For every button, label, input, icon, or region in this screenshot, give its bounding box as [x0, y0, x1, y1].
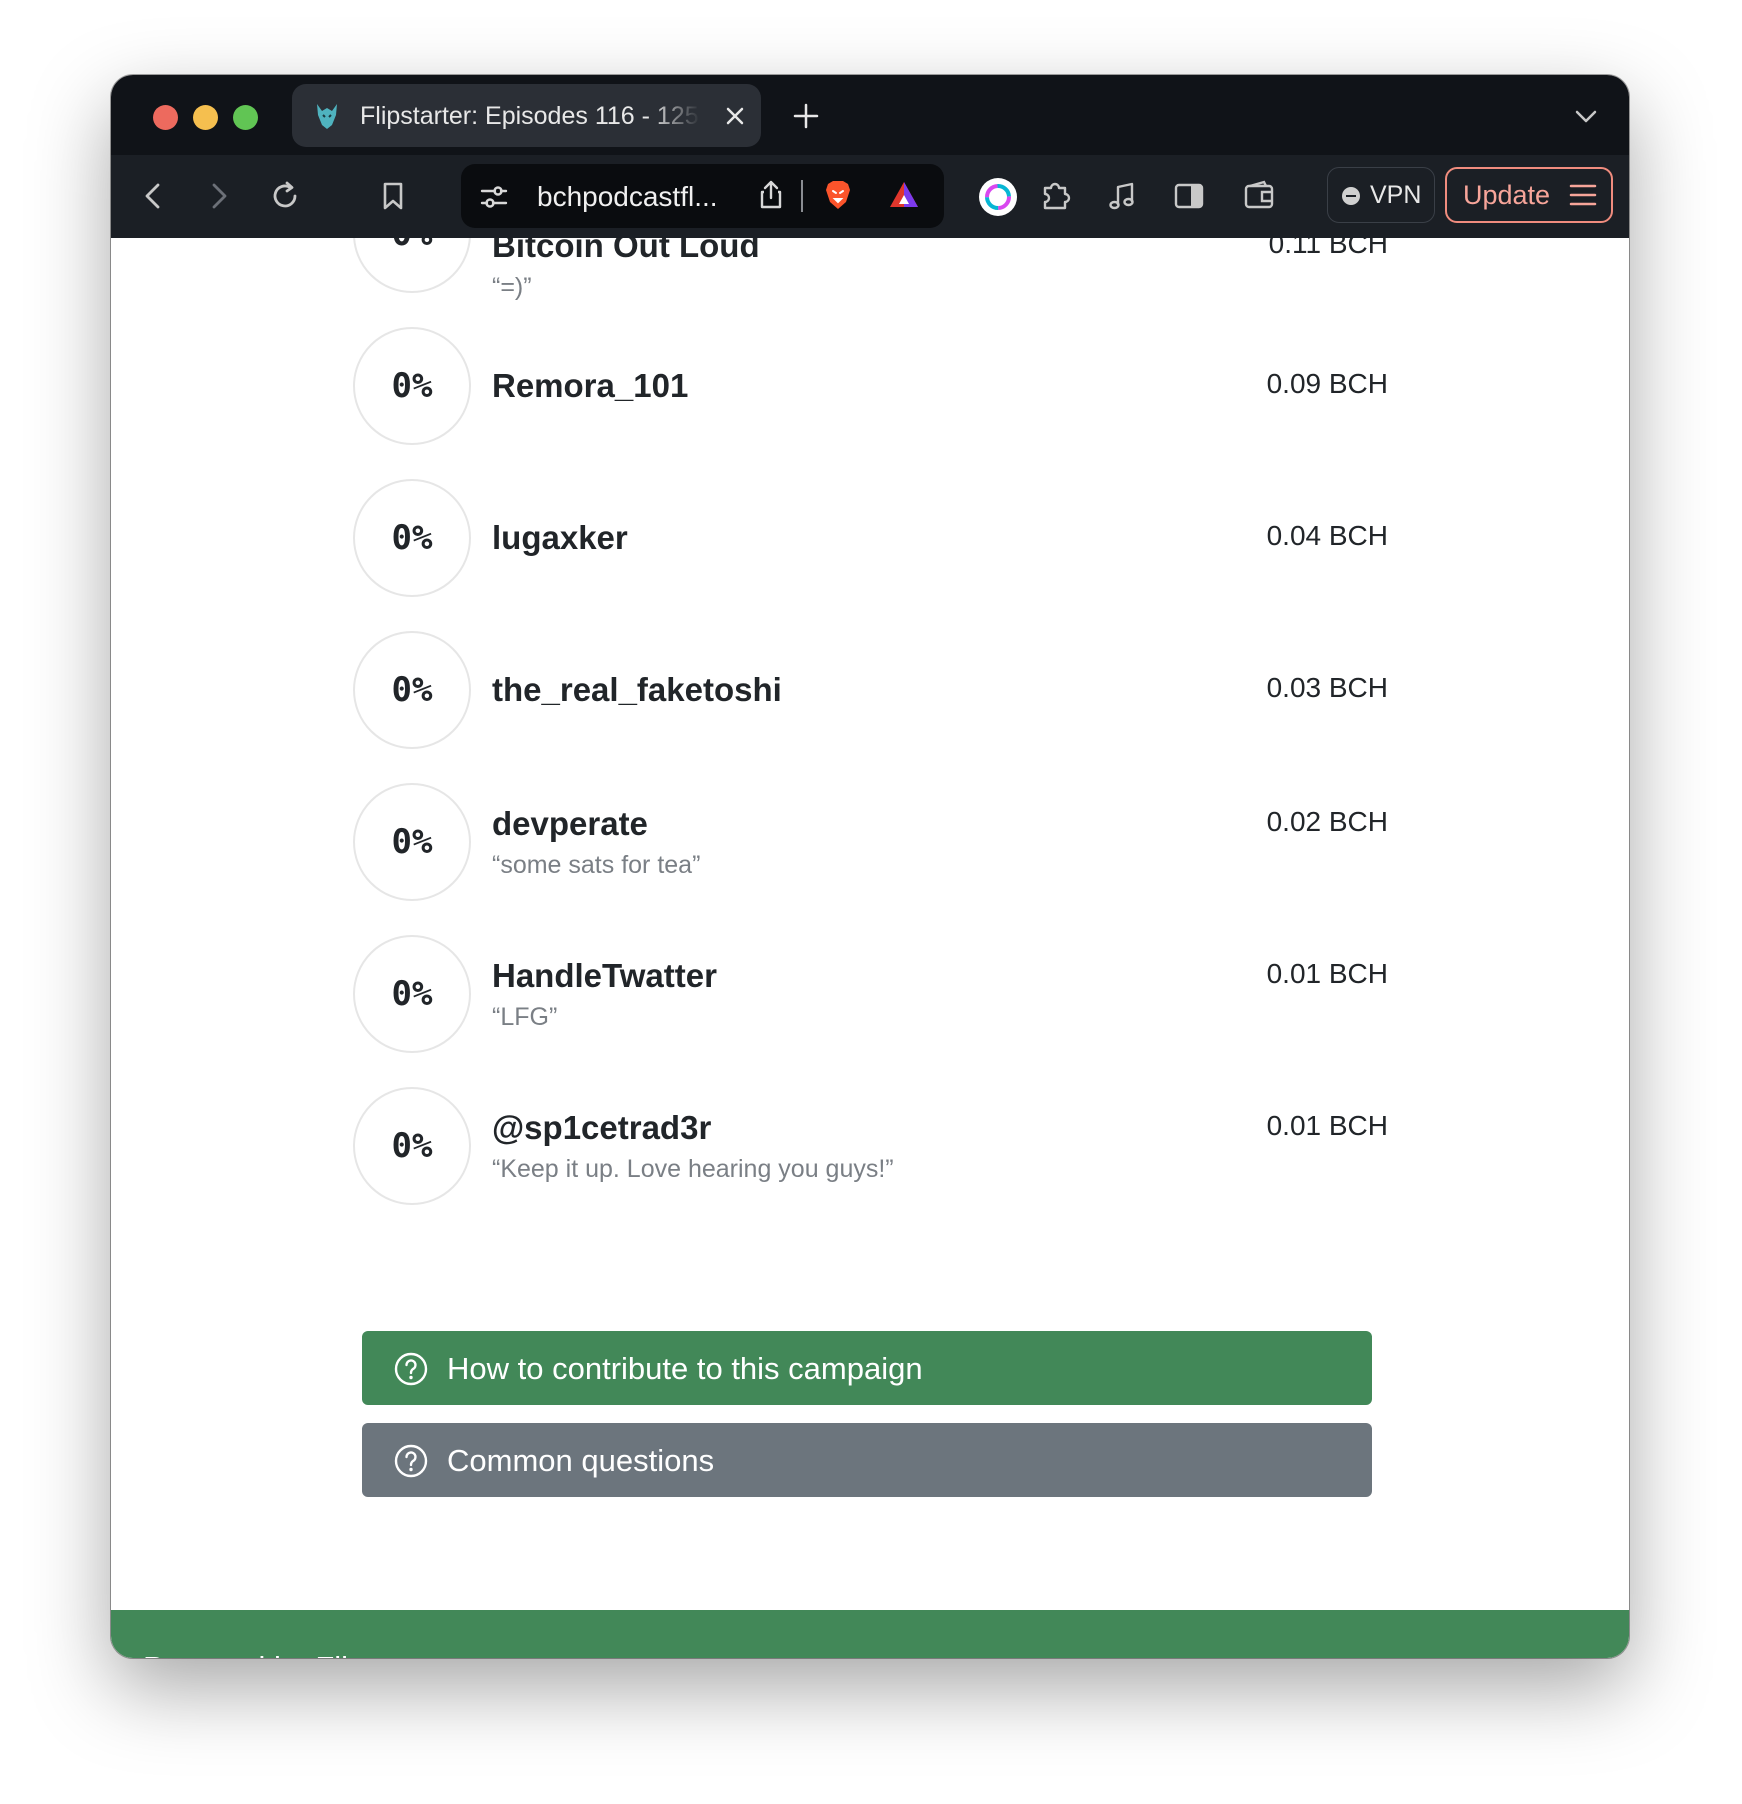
- contribution-row: 0% Bitcoin Out Loud “=)” 0.11 BCH: [111, 238, 1629, 327]
- contribution-amount: 0.04 BCH: [1266, 520, 1388, 551]
- contribution-row: 0% the_real_faketoshi 0.03 BCH: [111, 631, 1629, 783]
- url-text: bchpodcastfl...: [537, 181, 718, 212]
- vpn-button[interactable]: VPN: [1327, 167, 1435, 223]
- tab-title: Flipstarter: Episodes 116 - 125: [360, 102, 699, 130]
- browser-window: Flipstarter: Episodes 116 - 125 bchpodca…: [111, 75, 1629, 1658]
- percent-circle: 0%: [353, 935, 471, 1053]
- contribution-comment: “some sats for tea”: [492, 851, 701, 879]
- contribution-comment: “LFG”: [492, 1003, 558, 1031]
- brave-rewards-icon[interactable]: [887, 178, 921, 212]
- common-questions-label: Common questions: [447, 1443, 715, 1478]
- percent-circle: 0%: [353, 783, 471, 901]
- page-content: 0% Bitcoin Out Loud “=)” 0.11 BCH 0% Rem…: [111, 238, 1629, 1658]
- contribution-amount: 0.01 BCH: [1266, 958, 1388, 989]
- back-arrow-icon[interactable]: [137, 179, 171, 213]
- percent-circle: 0%: [353, 1087, 471, 1205]
- contribution-row: 0% devperate “some sats for tea” 0.02 BC…: [111, 783, 1629, 935]
- bookmark-icon[interactable]: [376, 179, 410, 213]
- percent-circle: 0%: [353, 479, 471, 597]
- how-to-contribute-button[interactable]: How to contribute to this campaign: [362, 1331, 1372, 1405]
- flipstarter-favicon-icon: [317, 104, 337, 129]
- wallet-icon[interactable]: [1242, 179, 1276, 213]
- contributor-name: lugaxker: [492, 519, 628, 556]
- brave-shields-icon[interactable]: [821, 178, 855, 212]
- browser-tab-active[interactable]: Flipstarter: Episodes 116 - 125: [292, 84, 761, 147]
- percent-circle: 0%: [353, 327, 471, 445]
- contribution-amount: 0.03 BCH: [1266, 672, 1388, 703]
- contribution-row: 0% HandleTwatter “LFG” 0.01 BCH: [111, 935, 1629, 1087]
- question-circle-icon: [394, 1444, 428, 1478]
- common-questions-button[interactable]: Common questions: [362, 1423, 1372, 1497]
- contribution-amount: 0.11 BCH: [1268, 238, 1388, 259]
- contribution-comment: “Keep it up. Love hearing you guys!”: [492, 1155, 894, 1183]
- vpn-label: VPN: [1370, 181, 1422, 209]
- contribution-row: 0% Remora_101 0.09 BCH: [111, 327, 1629, 479]
- percent-circle: 0%: [353, 238, 471, 293]
- contribution-amount: 0.02 BCH: [1266, 806, 1388, 837]
- browser-toolbar: bchpodcastfl... VPN Update: [111, 155, 1629, 238]
- title-bar: Flipstarter: Episodes 116 - 125: [111, 75, 1629, 155]
- sidebar-toggle-icon[interactable]: [1172, 179, 1206, 213]
- percent-circle: 0%: [353, 631, 471, 749]
- contributor-name: HandleTwatter: [492, 957, 717, 994]
- share-icon[interactable]: [754, 178, 788, 212]
- page-footer: Powered by Flipstarter: [111, 1610, 1629, 1658]
- contributor-name: devperate: [492, 805, 648, 842]
- contribution-row: 0% lugaxker 0.04 BCH: [111, 479, 1629, 631]
- minimize-window-button[interactable]: [193, 105, 218, 130]
- brave-news-icon[interactable]: [978, 177, 1018, 217]
- url-divider: [801, 180, 803, 212]
- how-to-contribute-label: How to contribute to this campaign: [447, 1351, 923, 1386]
- media-music-icon[interactable]: [1105, 179, 1139, 213]
- forward-arrow-icon[interactable]: [201, 179, 235, 213]
- close-window-button[interactable]: [153, 105, 178, 130]
- reload-icon[interactable]: [268, 179, 302, 213]
- vpn-status-icon: [1342, 187, 1360, 205]
- contribution-amount: 0.09 BCH: [1266, 368, 1388, 399]
- maximize-window-button[interactable]: [233, 105, 258, 130]
- powered-by-text: Powered by Flipstarter: [143, 1650, 453, 1658]
- site-settings-icon[interactable]: [477, 180, 511, 214]
- hamburger-menu-icon: [1569, 184, 1597, 206]
- contributor-name: Remora_101: [492, 367, 689, 404]
- contributor-name: Bitcoin Out Loud: [492, 238, 760, 264]
- chevron-down-icon[interactable]: [1573, 103, 1599, 129]
- contributor-name: @sp1cetrad3r: [492, 1109, 712, 1146]
- update-label: Update: [1463, 180, 1551, 210]
- question-circle-icon: [394, 1352, 428, 1386]
- contribution-amount: 0.01 BCH: [1266, 1110, 1388, 1141]
- update-menu-button[interactable]: Update: [1445, 167, 1613, 223]
- contributor-name: the_real_faketoshi: [492, 671, 782, 708]
- contribution-row: 0% @sp1cetrad3r “Keep it up. Love hearin…: [111, 1087, 1629, 1239]
- contribution-comment: “=)”: [492, 273, 532, 301]
- extensions-icon[interactable]: [1039, 179, 1073, 213]
- address-bar[interactable]: bchpodcastfl...: [461, 164, 944, 228]
- new-tab-icon[interactable]: [791, 101, 821, 131]
- close-tab-icon[interactable]: [723, 104, 747, 128]
